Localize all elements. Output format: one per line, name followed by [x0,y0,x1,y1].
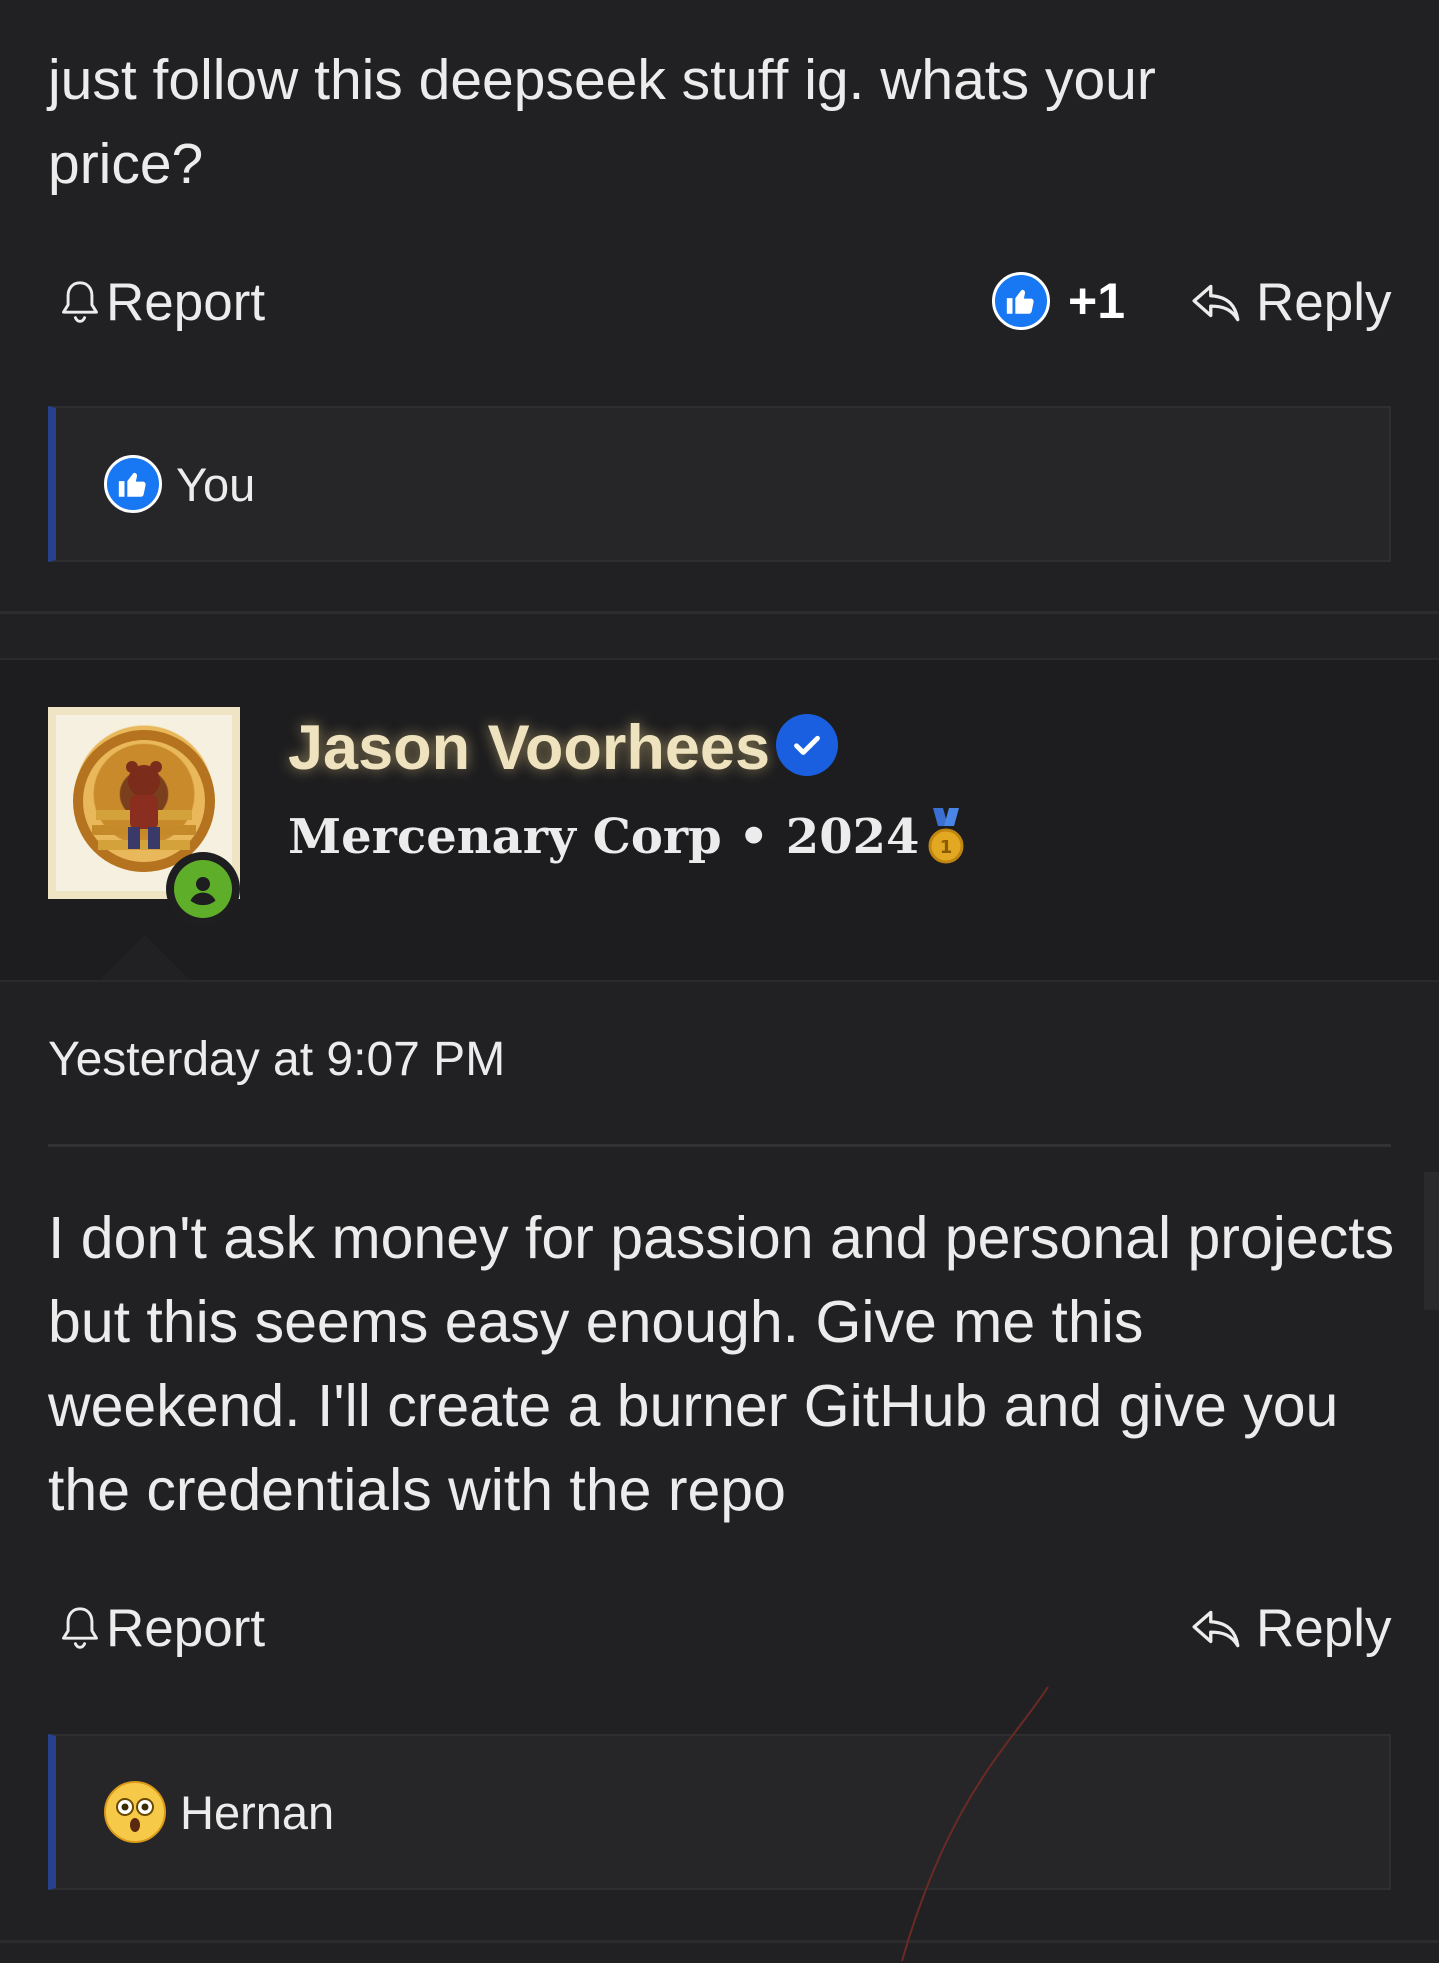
like-count: +1 [1068,273,1126,329]
bell-icon [58,1603,102,1655]
report-label: Report [106,1599,266,1658]
bell-icon [58,277,102,329]
divider [48,1144,1391,1147]
reply-label: Reply [1256,1599,1392,1658]
reactor-name: You [176,457,256,511]
reply-button[interactable]: Reply [1190,1598,1392,1659]
post-separator [0,611,1439,614]
reply-label: Reply [1256,273,1392,332]
svg-text:1: 1 [940,837,953,858]
like-icon [992,272,1050,330]
reply-button-top[interactable]: Reply [1190,272,1392,333]
reply-arrow-icon [1190,278,1244,328]
stray-line [901,1686,1049,1962]
verified-badge-icon [776,714,838,776]
like-icon [104,455,162,513]
author-name[interactable]: Jason Voorhees [288,712,770,784]
post-body-top: just follow this deepseek stuff ig. what… [48,48,1156,196]
scrollbar[interactable] [1424,1172,1439,1310]
shocked-face-icon [104,1781,166,1843]
reaction-list-top[interactable]: You [48,406,1391,562]
like-counter[interactable]: +1 [992,272,1125,330]
post-separator [0,1940,1439,1943]
reaction-list[interactable]: Hernan [48,1734,1391,1890]
report-label: Report [106,273,266,332]
medal-icon: 1 [927,808,965,866]
post-body: I don't ask money for passion and person… [48,1205,1395,1523]
report-button-top[interactable]: Report [58,272,265,333]
reply-arrow-icon [1190,1604,1244,1654]
online-status-indicator [166,852,240,926]
user-title: Mercenary Corp • 2024 1 [288,808,965,866]
post-timestamp[interactable]: Yesterday at 9:07 PM [48,1032,505,1087]
user-icon [174,860,232,918]
user-title-text: Mercenary Corp • 2024 [288,809,920,865]
report-button[interactable]: Report [58,1598,265,1659]
message-pointer [100,935,190,980]
reactor-name: Hernan [180,1785,335,1839]
